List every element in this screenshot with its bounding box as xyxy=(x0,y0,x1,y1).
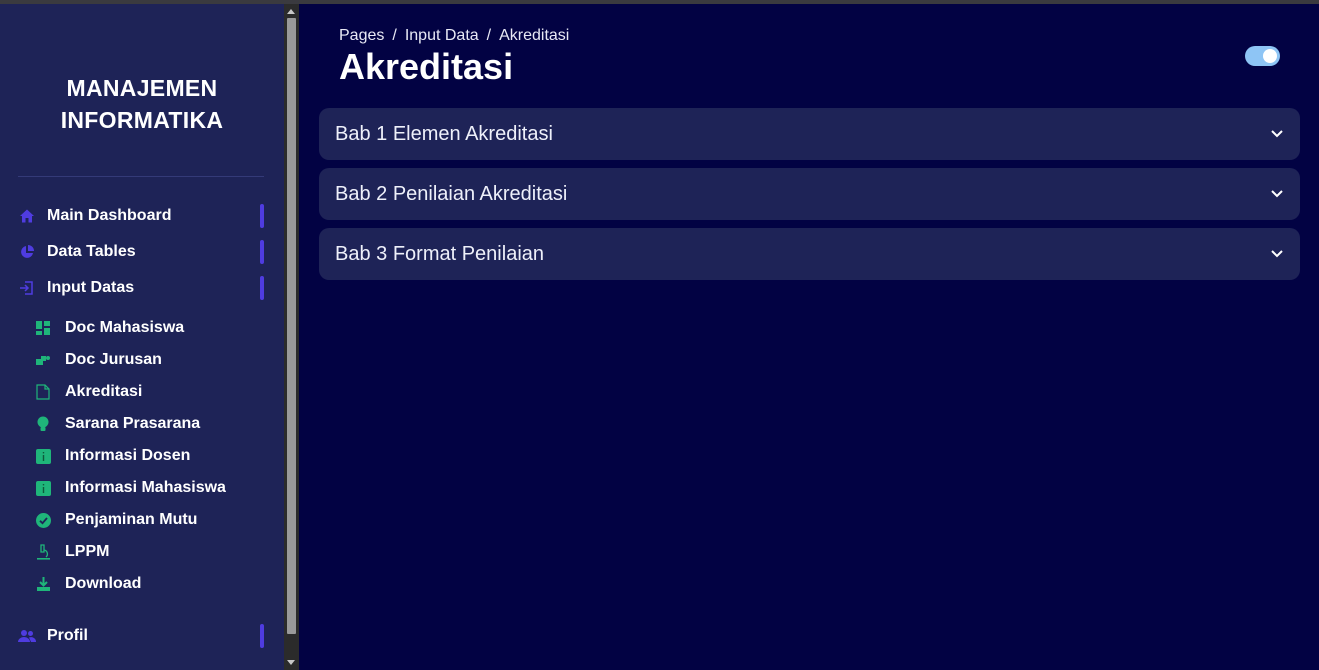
accordion-bab-2[interactable]: Bab 2 Penilaian Akreditasi xyxy=(319,168,1300,220)
sidebar-item-data-tables[interactable]: Data Tables xyxy=(18,240,264,264)
breadcrumb-link-input-data[interactable]: Input Data xyxy=(405,27,479,45)
brand-line-1: MANAJEMEN xyxy=(66,75,218,101)
info-box-icon xyxy=(34,447,52,465)
chevron-down-icon xyxy=(1270,247,1284,261)
main-content: Pages / Input Data / Akreditasi Akredita… xyxy=(299,4,1319,670)
active-indicator xyxy=(260,204,264,228)
sidebar-item-label: Profil xyxy=(47,627,88,644)
breadcrumb-link-pages[interactable]: Pages xyxy=(339,27,384,45)
accordion-label: Bab 1 Elemen Akreditasi xyxy=(335,122,553,145)
sidebar-subitem-lppm[interactable]: LPPM xyxy=(34,540,109,564)
microscope-icon xyxy=(34,543,52,561)
sidebar-item-label: Data Tables xyxy=(47,243,136,260)
accordion-bab-3[interactable]: Bab 3 Format Penilaian xyxy=(319,228,1300,280)
sidebar-item-profil[interactable]: Profil xyxy=(18,624,264,648)
theme-toggle[interactable] xyxy=(1245,46,1280,66)
sidebar-subitem-label: Doc Jurusan xyxy=(65,351,162,368)
check-circle-icon xyxy=(34,511,52,529)
users-icon xyxy=(18,627,36,645)
sidebar-subitem-label: Sarana Prasarana xyxy=(65,415,201,432)
doc-file-icon xyxy=(34,383,52,401)
pie-chart-icon xyxy=(18,243,36,261)
sidebar-subitem-label: Download xyxy=(65,575,142,592)
download-icon xyxy=(34,575,52,593)
sign-in-icon xyxy=(18,279,36,297)
sidebar-item-input-datas[interactable]: Input Datas xyxy=(18,276,264,300)
sidebar-subitem-informasi-mahasiswa[interactable]: Informasi Mahasiswa xyxy=(34,476,226,500)
active-indicator xyxy=(260,240,264,264)
sidebar-scrollbar[interactable] xyxy=(284,4,299,670)
active-indicator xyxy=(260,276,264,300)
lightbulb-icon xyxy=(34,415,52,433)
chevron-down-icon xyxy=(1270,127,1284,141)
breadcrumb: Pages / Input Data / Akreditasi xyxy=(339,27,569,45)
sidebar-subitem-informasi-dosen[interactable]: Informasi Dosen xyxy=(34,444,190,468)
scroll-up-arrow-icon[interactable] xyxy=(287,9,295,14)
active-indicator xyxy=(260,624,264,648)
sidebar-subitem-doc-mahasiswa[interactable]: Doc Mahasiswa xyxy=(34,316,184,340)
home-icon xyxy=(18,207,36,225)
sidebar-subitem-download[interactable]: Download xyxy=(34,572,141,596)
breadcrumb-separator: / xyxy=(392,27,397,44)
sidebar-item-main-dashboard[interactable]: Main Dashboard xyxy=(18,204,264,228)
accordion-label: Bab 3 Format Penilaian xyxy=(335,242,545,265)
sidebar-subitem-label: Informasi Dosen xyxy=(65,447,191,464)
scroll-down-arrow-icon[interactable] xyxy=(287,660,295,665)
accordion-label: Bab 2 Penilaian Akreditasi xyxy=(335,182,568,205)
sidebar-subitem-label: Penjaminan Mutu xyxy=(65,511,198,528)
sidebar-subitem-sarana-prasarana[interactable]: Sarana Prasarana xyxy=(34,412,200,436)
sidebar-subitem-doc-jurusan[interactable]: Doc Jurusan xyxy=(34,348,162,372)
dashboard-grid-icon xyxy=(34,319,52,337)
breadcrumb-current: Akreditasi xyxy=(499,27,570,44)
chevron-down-icon xyxy=(1270,187,1284,201)
sidebar: MANAJEMEN INFORMATIKA Main Dashboard Dat… xyxy=(0,4,284,670)
sidebar-subitem-penjaminan-mutu[interactable]: Penjaminan Mutu xyxy=(34,508,197,532)
sidebar-subitem-label: LPPM xyxy=(65,543,110,560)
breadcrumb-separator: / xyxy=(486,27,492,44)
page-title: Akreditasi xyxy=(339,46,514,87)
sidebar-item-label: Input Datas xyxy=(47,279,135,296)
sidebar-item-label: Main Dashboard xyxy=(47,207,172,224)
sidebar-subitem-label: Doc Mahasiswa xyxy=(65,319,185,336)
sidebar-subitem-label: Akreditasi xyxy=(65,383,143,400)
sidebar-divider xyxy=(18,176,264,177)
accordion-bab-1[interactable]: Bab 1 Elemen Akreditasi xyxy=(319,108,1300,160)
toggle-knob xyxy=(1263,49,1277,63)
scrollbar-thumb[interactable] xyxy=(287,18,296,634)
shapes-icon xyxy=(34,351,52,369)
sidebar-subitem-label: Informasi Mahasiswa xyxy=(65,479,226,496)
brand-line-2: INFORMATIKA xyxy=(60,107,224,133)
brand-logo-text: MANAJEMEN INFORMATIKA xyxy=(0,72,284,136)
info-box-icon xyxy=(34,479,52,497)
sidebar-subitem-akreditasi[interactable]: Akreditasi xyxy=(34,380,142,404)
